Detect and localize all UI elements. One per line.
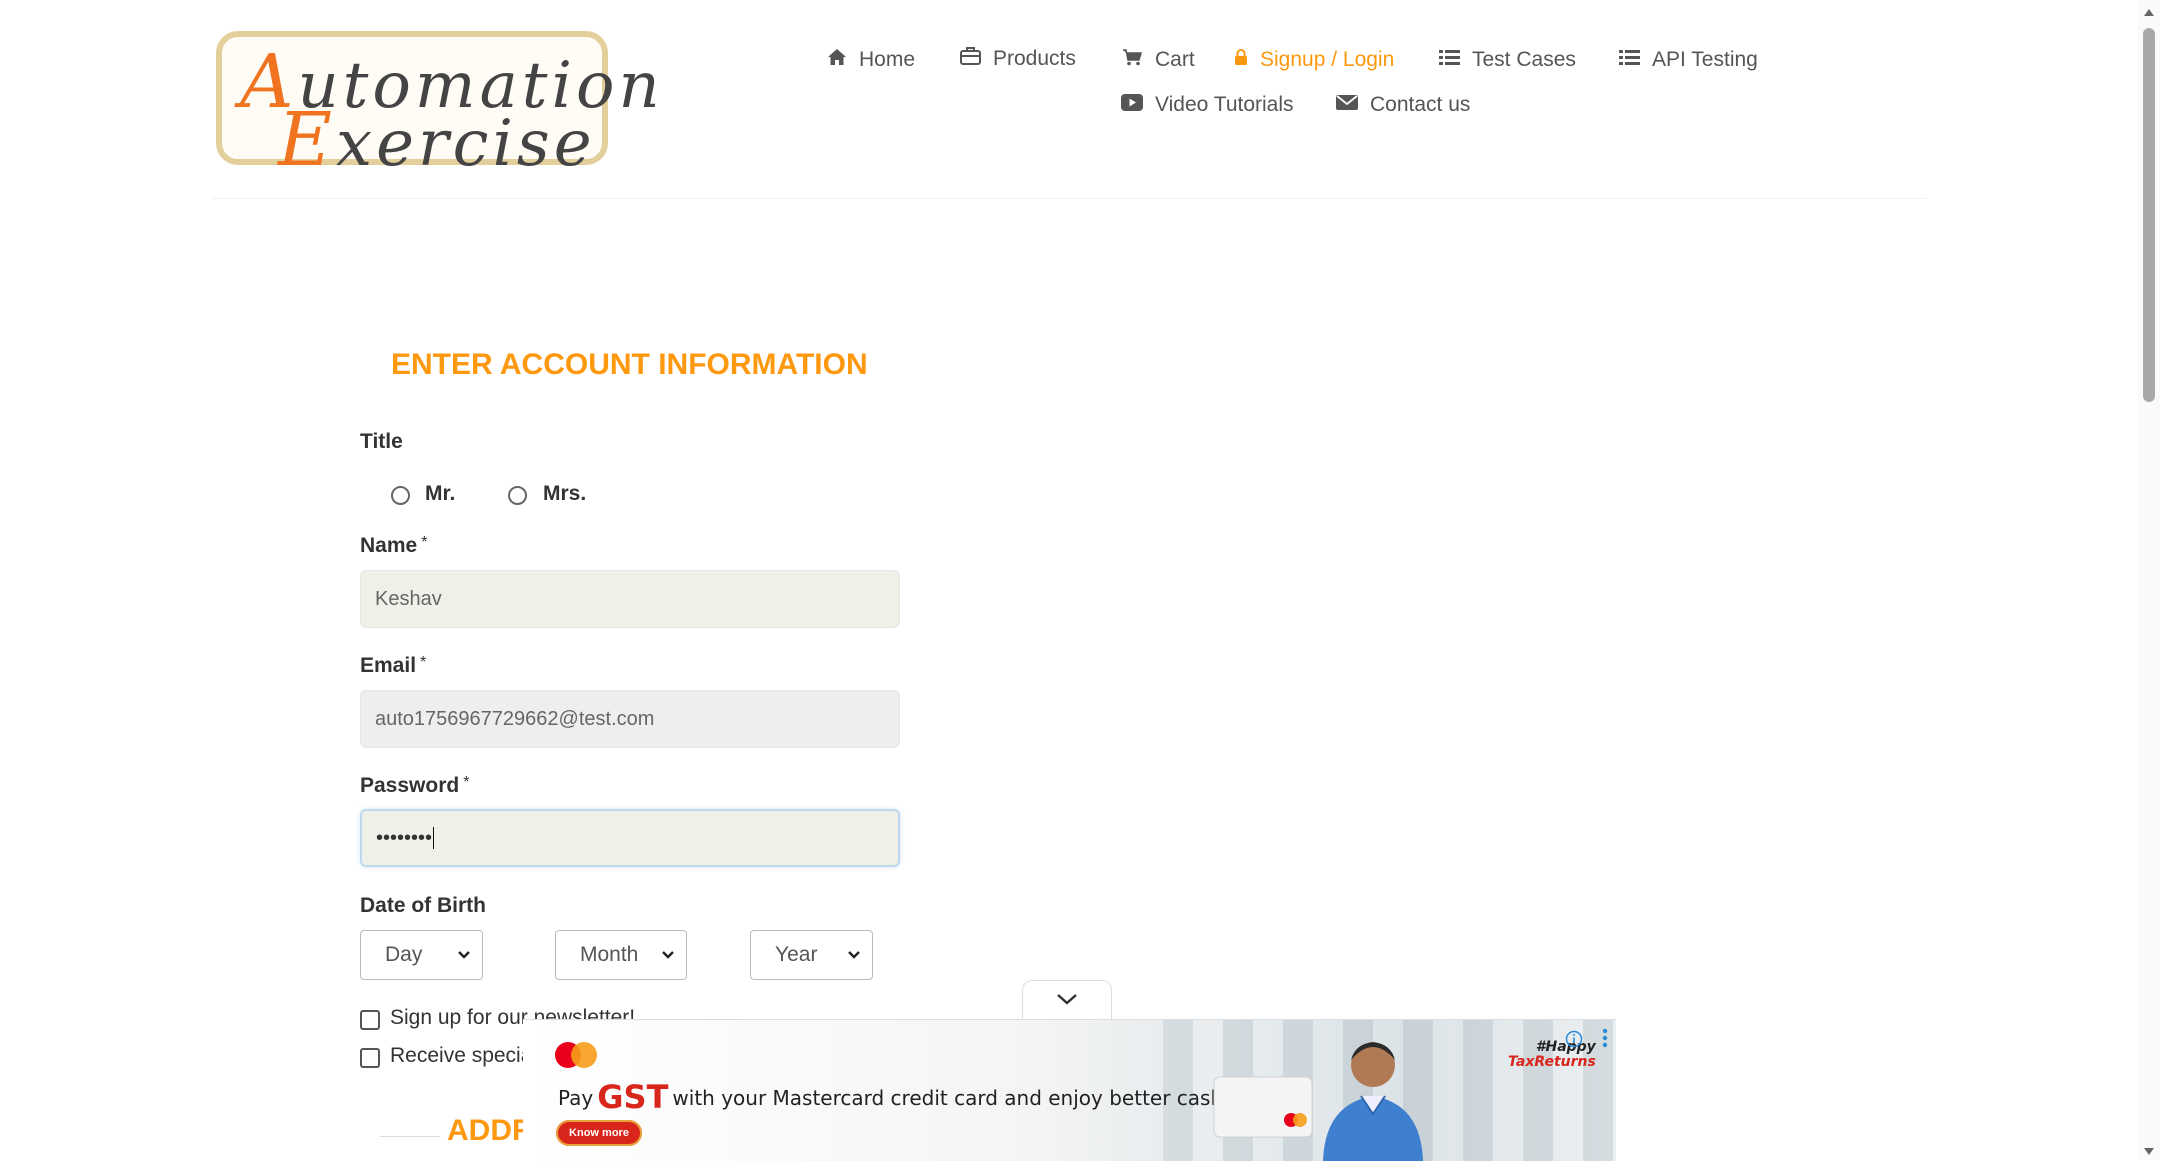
scroll-up-icon[interactable] — [2143, 4, 2155, 22]
password-input[interactable]: •••••••• — [360, 809, 900, 867]
name-label: Name * — [360, 534, 428, 557]
nav-cart[interactable]: Cart — [1122, 48, 1195, 72]
nav-video-tutorials-label: Video Tutorials — [1155, 93, 1294, 116]
chevron-down-icon — [1054, 991, 1080, 1012]
credit-card-icon — [1213, 1076, 1313, 1143]
header-divider — [212, 198, 1926, 199]
home-icon — [827, 48, 847, 72]
scrollbar[interactable] — [2138, 0, 2160, 1160]
nav-api-testing-label: API Testing — [1652, 48, 1758, 71]
title-mrs-radio[interactable] — [508, 486, 527, 505]
youtube-play-icon — [1121, 93, 1143, 117]
chevron-down-icon — [660, 944, 676, 972]
main-nav: Home Products Cart Signup / Login Test C… — [0, 40, 2160, 160]
email-input[interactable]: auto1756967729662@test.com — [360, 690, 900, 748]
nav-products-label: Products — [993, 46, 1076, 70]
ad-know-more-button[interactable]: Know more — [556, 1120, 642, 1146]
list-icon — [1439, 48, 1460, 72]
nav-test-cases[interactable]: Test Cases — [1439, 48, 1576, 72]
dob-day-select[interactable]: Day — [360, 930, 483, 980]
dob-label: Date of Birth — [360, 894, 486, 917]
address-divider — [380, 1136, 440, 1137]
scroll-down-icon[interactable] — [2143, 1144, 2155, 1162]
nav-home[interactable]: Home — [827, 48, 915, 72]
nav-home-label: Home — [859, 48, 916, 71]
newsletter-checkbox[interactable] — [360, 1010, 380, 1030]
title-mrs-label[interactable]: Mrs. — [543, 482, 586, 506]
ad-person-image — [1313, 1032, 1433, 1161]
chevron-down-icon — [846, 944, 862, 972]
nav-contact-us-label: Contact us — [1370, 93, 1471, 116]
title-label: Title — [360, 430, 403, 453]
section-title: ENTER ACCOUNT INFORMATION — [391, 348, 868, 381]
email-label: Email * — [360, 654, 427, 677]
nav-signup-login-label: Signup / Login — [1260, 48, 1395, 71]
briefcase-icon — [960, 46, 981, 71]
title-mr-label[interactable]: Mr. — [425, 482, 455, 506]
ad-info-icon[interactable] — [1565, 1030, 1583, 1053]
name-input[interactable]: Keshav — [360, 570, 900, 628]
envelope-icon — [1336, 93, 1358, 117]
chevron-down-icon — [456, 944, 472, 972]
ad-menu-icon[interactable] — [1601, 1028, 1609, 1053]
mastercard-logo-icon — [551, 1040, 603, 1075]
ad-text: Pay GST with your Mastercard credit card a… — [558, 1078, 1282, 1116]
cart-icon — [1122, 48, 1143, 72]
ad-collapse-button[interactable] — [1022, 980, 1112, 1021]
nav-video-tutorials[interactable]: Video Tutorials — [1121, 93, 1294, 117]
list-icon — [1619, 48, 1640, 72]
dob-year-select[interactable]: Year — [750, 930, 873, 980]
offers-checkbox[interactable] — [360, 1048, 380, 1068]
text-caret — [433, 827, 435, 849]
dob-month-select[interactable]: Month — [555, 930, 687, 980]
password-label: Password * — [360, 774, 470, 797]
nav-contact-us[interactable]: Contact us — [1336, 93, 1470, 117]
lock-icon — [1234, 48, 1248, 72]
nav-test-cases-label: Test Cases — [1472, 48, 1576, 71]
nav-products[interactable]: Products — [960, 46, 1076, 71]
nav-signup-login[interactable]: Signup / Login — [1234, 48, 1394, 72]
ad-banner[interactable]: Pay GST with your Mastercard credit card a… — [523, 1019, 1616, 1161]
title-mr-radio[interactable] — [391, 486, 410, 505]
nav-cart-label: Cart — [1155, 48, 1195, 71]
nav-api-testing[interactable]: API Testing — [1619, 48, 1758, 72]
scrollbar-thumb[interactable] — [2143, 28, 2155, 402]
